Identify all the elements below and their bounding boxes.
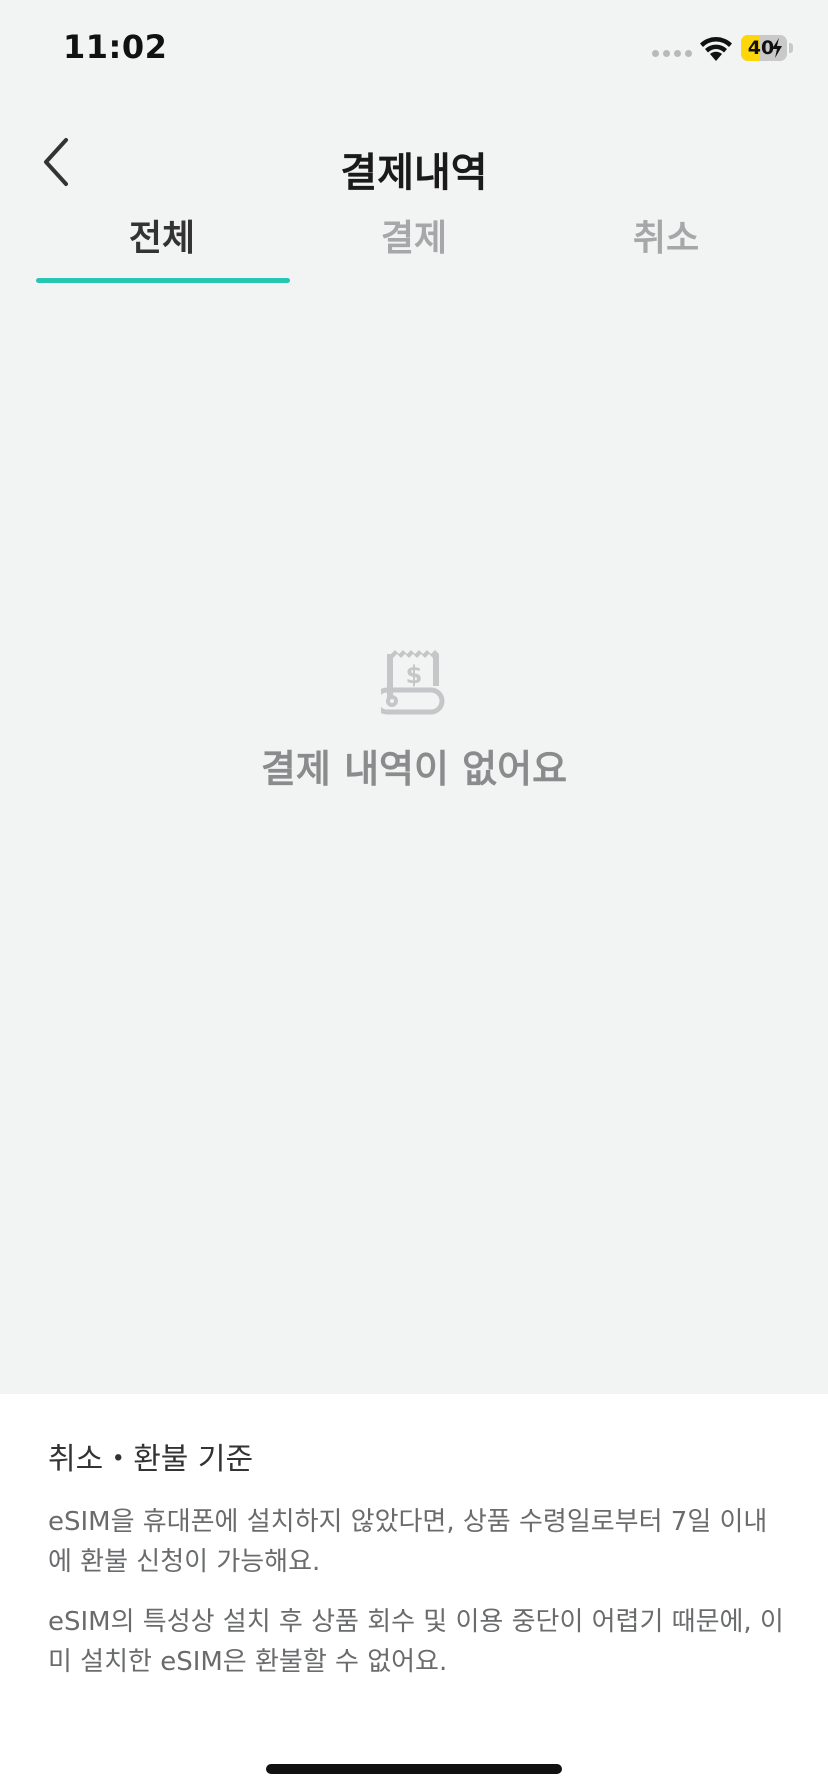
svg-text:$: $: [406, 661, 423, 689]
tab-bar: 전체 결제 취소: [36, 210, 792, 286]
home-indicator[interactable]: [266, 1764, 562, 1774]
refund-policy-panel: 취소・환불 기준 eSIM을 휴대폰에 설치하지 않았다면, 상품 수령일로부터…: [0, 1394, 828, 1792]
empty-state: $ 결제 내역이 없어요: [0, 650, 828, 793]
signal-icon: [652, 50, 692, 57]
tab-all[interactable]: 전체: [36, 210, 288, 286]
receipt-icon: $: [381, 650, 445, 715]
active-tab-indicator: [36, 278, 290, 283]
battery-icon: 40: [741, 35, 787, 61]
tab-cancel[interactable]: 취소: [540, 210, 792, 286]
charging-bolt-icon: [772, 38, 782, 58]
header: 결제내역: [0, 120, 828, 210]
policy-title: 취소・환불 기준: [48, 1442, 254, 1477]
policy-paragraph: eSIM의 특성상 설치 후 상품 회수 및 이용 중단이 어렵기 때문에, 이…: [48, 1607, 784, 1677]
page-title: 결제내역: [340, 150, 488, 196]
policy-paragraph: eSIM을 휴대폰에 설치하지 않았다면, 상품 수령일로부터 7일 이내에 환…: [48, 1507, 768, 1577]
status-time: 11:02: [63, 28, 168, 66]
wifi-icon: [700, 37, 732, 61]
tab-payment[interactable]: 결제: [288, 210, 540, 286]
battery-tip: [789, 43, 793, 53]
empty-message: 결제 내역이 없어요: [260, 747, 568, 791]
status-bar: 11:02 40: [0, 0, 828, 100]
